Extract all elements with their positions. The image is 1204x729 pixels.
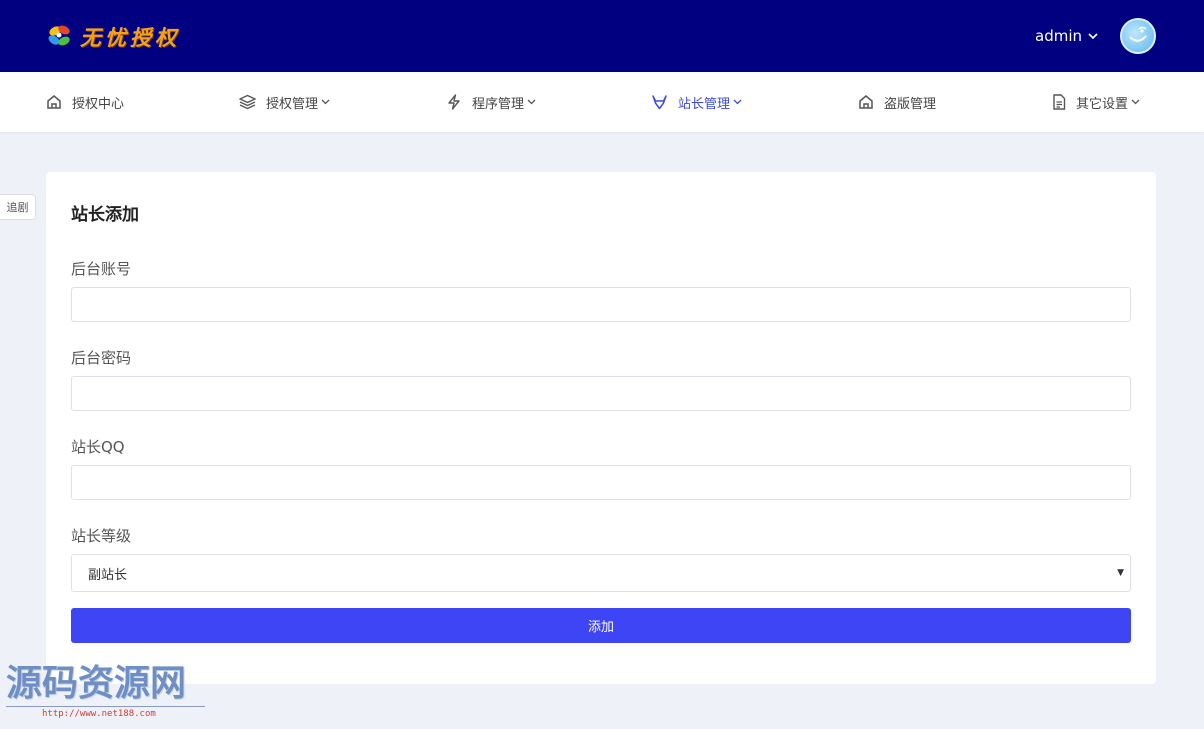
- watermark-title: 源码资源网: [6, 662, 187, 704]
- nav-item-auth-manage[interactable]: 授权管理: [239, 72, 330, 132]
- chevron-down-icon: [733, 99, 742, 105]
- nav-item-webmaster-manage[interactable]: 站长管理: [651, 72, 742, 132]
- avatar[interactable]: [1120, 18, 1156, 54]
- level-label: 站长等级: [71, 527, 132, 545]
- home-icon: [46, 94, 62, 110]
- nav-item-other-settings[interactable]: 其它设置: [1052, 72, 1140, 132]
- nav-label: 盗版管理: [884, 96, 937, 112]
- add-button[interactable]: 添加: [71, 608, 1131, 643]
- document-icon: [1052, 94, 1066, 110]
- smile-avatar-icon: [1129, 26, 1147, 42]
- password-label: 后台密码: [71, 349, 132, 367]
- username: admin: [1035, 27, 1082, 45]
- qq-label: 站长QQ: [71, 438, 125, 456]
- qq-input[interactable]: [71, 465, 1131, 500]
- chevron-down-icon: [527, 99, 536, 105]
- level-select[interactable]: 副站长 ▼: [71, 554, 1131, 592]
- watermark-url: http://www.net188.com: [42, 709, 156, 719]
- logo[interactable]: 无忧授权: [46, 20, 180, 54]
- watermark: 源码资源网 http://www.net188.com: [6, 660, 206, 720]
- user-menu[interactable]: admin: [1035, 18, 1156, 54]
- chevron-down-icon: [1131, 99, 1140, 105]
- main-nav: 授权中心 授权管理 程序管理 站长管理 盗版管理 其它设置: [0, 72, 1204, 132]
- home-icon: [858, 94, 874, 110]
- chevron-down-icon: [1088, 32, 1098, 40]
- top-header: 无忧授权 admin: [0, 0, 1204, 72]
- form-card: 站长添加 后台账号 后台密码 站长QQ 站长等级 副站长 ▼ 添加: [46, 172, 1156, 684]
- nav-label: 站长管理: [678, 96, 731, 112]
- caret-down-icon: ▼: [1117, 568, 1124, 578]
- form-title: 站长添加: [71, 205, 139, 225]
- watermark-divider: [6, 706, 205, 707]
- chevron-down-icon: [321, 99, 330, 105]
- nav-label: 授权中心: [72, 96, 125, 112]
- account-input[interactable]: [71, 287, 1131, 322]
- nav-item-piracy-manage[interactable]: 盗版管理: [858, 72, 936, 132]
- gitlab-icon: [651, 94, 668, 110]
- password-input[interactable]: [71, 376, 1131, 411]
- nav-label: 其它设置: [1076, 96, 1129, 112]
- level-selected-value: 副站长: [88, 567, 128, 583]
- pinwheel-logo-icon: [48, 25, 70, 46]
- bolt-icon: [446, 94, 462, 110]
- nav-item-program-manage[interactable]: 程序管理: [446, 72, 536, 132]
- nav-label: 授权管理: [266, 96, 319, 112]
- logo-text: 无忧授权: [80, 25, 180, 50]
- account-label: 后台账号: [71, 260, 132, 278]
- nav-label: 程序管理: [472, 96, 525, 112]
- layers-icon: [239, 94, 256, 110]
- side-float-tab[interactable]: 追剧: [0, 194, 36, 220]
- nav-item-auth-center[interactable]: 授权中心: [46, 72, 124, 132]
